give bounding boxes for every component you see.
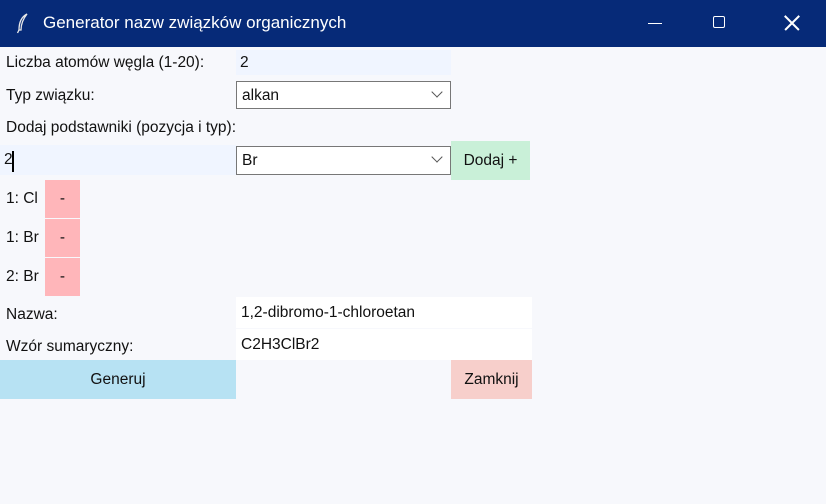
name-label: Nazwa: (6, 306, 58, 323)
remove-substituent-button[interactable]: - (45, 180, 80, 218)
formula-output: C2H3ClBr2 (236, 329, 532, 360)
generate-button[interactable]: Generuj (0, 360, 236, 399)
app-window: Generator nazw związków organicznych Lic… (0, 0, 826, 504)
chevron-down-icon (431, 151, 443, 163)
list-item: 1: Cl - (0, 180, 80, 218)
text-cursor (12, 151, 14, 172)
close-window-button[interactable] (769, 0, 815, 47)
carbon-count-label: Liczba atomów węgla (1-20): (6, 54, 205, 71)
remove-substituent-button[interactable]: - (45, 219, 80, 257)
close-button[interactable]: Zamknij (451, 360, 532, 399)
title-bar: Generator nazw związków organicznych (0, 0, 826, 47)
substituent-type-select[interactable]: Br (236, 146, 451, 175)
add-substituent-button[interactable]: Dodaj + (451, 141, 530, 180)
name-output: 1,2-dibromo-1-chloroetan (236, 297, 532, 328)
substituents-label: Dodaj podstawniki (pozycja i typ): (6, 119, 237, 136)
window-title: Generator nazw związków organicznych (43, 13, 347, 32)
maximize-button[interactable] (697, 0, 743, 47)
chevron-down-icon (431, 86, 443, 98)
compound-type-label: Typ związku: (6, 87, 95, 104)
position-input[interactable]: 2 (0, 145, 236, 175)
minimize-button[interactable] (632, 0, 678, 47)
list-item: 2: Br - (0, 258, 80, 296)
feather-icon (16, 13, 28, 34)
formula-label: Wzór sumaryczny: (6, 338, 134, 355)
list-item: 1: Br - (0, 219, 80, 257)
remove-substituent-button[interactable]: - (45, 258, 80, 296)
carbon-count-input[interactable]: 2 (236, 50, 451, 75)
compound-type-select[interactable]: alkan (236, 81, 451, 109)
